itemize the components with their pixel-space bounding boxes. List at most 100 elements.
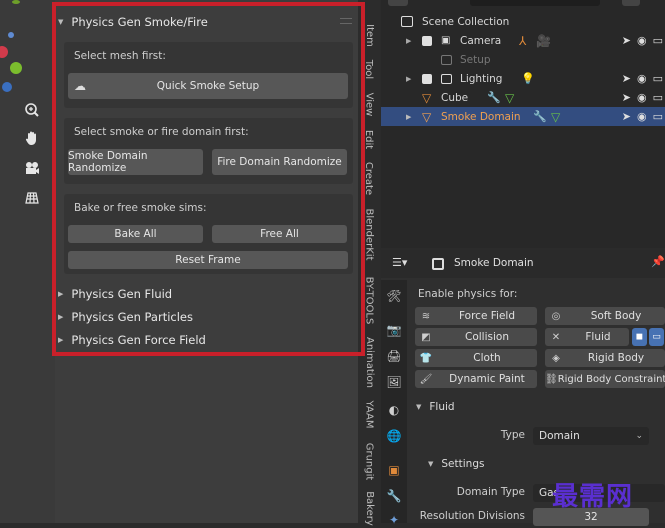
- smoke-icon: ☁: [74, 79, 86, 93]
- tab-view[interactable]: View: [358, 88, 380, 120]
- render-icon[interactable]: ▭: [653, 34, 663, 47]
- camera-icon[interactable]: [20, 156, 44, 180]
- output-tab-icon[interactable]: 🖨: [386, 348, 402, 364]
- tab-item[interactable]: Item: [358, 18, 380, 52]
- collapse-triangle-icon[interactable]: ▼: [416, 403, 421, 411]
- row-label: Setup: [460, 53, 491, 66]
- fluid-render-toggle[interactable]: ◼: [632, 328, 647, 346]
- grid-icon[interactable]: [20, 185, 44, 209]
- eye-icon[interactable]: ◉: [637, 72, 647, 85]
- tab-blenderkit[interactable]: BlenderKit: [358, 204, 380, 264]
- gizmo-center-dot[interactable]: [8, 32, 14, 38]
- tab-bakery[interactable]: Bakery: [358, 488, 380, 528]
- cloth-button[interactable]: 👕 Cloth: [415, 349, 537, 367]
- tab-by-tools[interactable]: BY-TOOLS: [358, 270, 380, 330]
- viewport[interactable]: [0, 0, 55, 523]
- panel-header-particles[interactable]: ▶ Physics Gen Particles: [58, 307, 193, 327]
- tab-yaam[interactable]: YAAM: [358, 396, 380, 432]
- select-icon[interactable]: ➤: [622, 110, 631, 123]
- panel-header-smoke-fire[interactable]: ▼ Physics Gen Smoke/Fire: [58, 12, 208, 32]
- outliner-filter-button[interactable]: [388, 0, 408, 6]
- drag-handle-icon[interactable]: [340, 18, 352, 24]
- button-label: Rigid Body Constraint: [557, 373, 665, 385]
- zoom-icon[interactable]: [20, 98, 44, 122]
- select-icon[interactable]: ➤: [622, 91, 631, 104]
- expand-arrow-icon[interactable]: ▶: [406, 37, 411, 45]
- render-tab-icon[interactable]: 📷: [386, 322, 402, 338]
- eye-icon[interactable]: ◉: [637, 110, 647, 123]
- expand-triangle-icon[interactable]: ▶: [58, 313, 63, 321]
- view-layer-tab-icon[interactable]: 🖼: [386, 374, 402, 390]
- panel-header-fluid[interactable]: ▶ Physics Gen Fluid: [58, 284, 172, 304]
- rigid-body-constraint-button[interactable]: ⛓ Rigid Body Constraint: [545, 370, 665, 388]
- panel-header-force-field[interactable]: ▶ Physics Gen Force Field: [58, 330, 206, 350]
- outliner-filter-icon[interactable]: [622, 0, 640, 6]
- pin-icon[interactable]: 📌: [651, 255, 665, 268]
- settings-section-header[interactable]: ▼ Settings: [428, 458, 484, 470]
- expand-triangle-icon[interactable]: ▶: [58, 336, 63, 344]
- select-icon[interactable]: ➤: [622, 72, 631, 85]
- quick-smoke-button[interactable]: ☁ Quick Smoke Setup: [68, 73, 348, 99]
- collapse-triangle-icon[interactable]: ▼: [428, 460, 433, 468]
- dynamic-paint-button[interactable]: 🖌 Dynamic Paint: [415, 370, 537, 388]
- outliner-row-scene-collection[interactable]: Scene Collection: [381, 12, 665, 31]
- fluid-viewport-toggle[interactable]: ▭: [649, 328, 664, 346]
- expand-arrow-icon[interactable]: ▶: [406, 113, 411, 121]
- exclude-checkbox[interactable]: [422, 35, 432, 46]
- outliner-row-smoke-domain[interactable]: ▶ ▽ Smoke Domain 🔧 ▽ ➤ ◉ ▭: [381, 107, 665, 126]
- eye-icon[interactable]: ◉: [637, 34, 647, 47]
- fluid-remove-button[interactable]: ✕ Fluid: [545, 328, 629, 346]
- tab-animation[interactable]: Animation: [358, 332, 380, 392]
- render-icon[interactable]: ▭: [653, 72, 663, 85]
- brush-icon: 🖌: [419, 373, 433, 385]
- reset-frame-button[interactable]: Reset Frame: [68, 251, 348, 269]
- expand-arrow-icon[interactable]: ▶: [406, 75, 411, 83]
- outliner-row-cube[interactable]: ▽ Cube 🔧 ▽ ➤ ◉ ▭: [381, 88, 665, 107]
- smoke-randomize-button[interactable]: Smoke Domain Randomize: [68, 149, 203, 175]
- render-icon[interactable]: ▭: [653, 91, 663, 104]
- tab-label: Create: [363, 161, 375, 195]
- fire-randomize-button[interactable]: Fire Domain Randomize: [212, 149, 347, 175]
- gizmo-z-dot[interactable]: [2, 82, 12, 92]
- exclude-checkbox[interactable]: [422, 73, 432, 84]
- outliner-row-setup[interactable]: Setup: [381, 50, 665, 69]
- gizmo-x-axis[interactable]: [0, 46, 8, 58]
- fluid-section-header[interactable]: ▼ Fluid: [416, 401, 455, 413]
- scene-tab-icon[interactable]: ◐: [386, 402, 402, 418]
- tab-edit[interactable]: Edit: [358, 124, 380, 154]
- tab-label: Item: [363, 23, 375, 47]
- fluid-type-dropdown[interactable]: Domain ⌄: [533, 427, 649, 445]
- outliner-row-lighting[interactable]: ▶ Lighting 💡 ➤ ◉ ▭: [381, 69, 665, 88]
- tool-tab-icon[interactable]: 🛠: [386, 288, 402, 304]
- modifier-tab-icon[interactable]: 🔧: [386, 488, 402, 504]
- gizmo-y-axis[interactable]: [12, 0, 20, 4]
- properties-object-name: Smoke Domain: [454, 257, 534, 269]
- row-toggles: ➤ ◉ ▭: [622, 91, 663, 104]
- outliner-row-camera[interactable]: ▶ ▣ Camera ⅄ 🎥 ➤ ◉ ▭: [381, 31, 665, 50]
- free-all-button[interactable]: Free All: [212, 225, 347, 243]
- outliner-search-input[interactable]: [470, 0, 600, 6]
- editor-type-dropdown[interactable]: ☰▾: [392, 256, 416, 272]
- expand-triangle-icon[interactable]: ▶: [58, 290, 63, 298]
- tab-grungit[interactable]: Grungit: [358, 438, 380, 484]
- row-toggles: ➤ ◉ ▭: [622, 110, 663, 123]
- tab-label: Grungit: [363, 442, 375, 480]
- eye-icon[interactable]: ◉: [637, 91, 647, 104]
- select-icon[interactable]: ➤: [622, 34, 631, 47]
- collision-button[interactable]: ◩ Collision: [415, 328, 537, 346]
- tab-tool[interactable]: Tool: [358, 54, 380, 84]
- object-tab-icon[interactable]: ▣: [386, 462, 402, 478]
- collapse-triangle-icon[interactable]: ▼: [58, 18, 63, 26]
- world-tab-icon[interactable]: 🌐: [386, 428, 402, 444]
- force-field-button[interactable]: ≋ Force Field: [415, 307, 537, 325]
- tab-create[interactable]: Create: [358, 158, 380, 198]
- render-icon[interactable]: ▭: [653, 110, 663, 123]
- mesh-object-icon: ▽: [422, 109, 432, 124]
- gizmo-y-dot[interactable]: [10, 62, 22, 74]
- rigid-body-button[interactable]: ◈ Rigid Body: [545, 349, 665, 367]
- panel-title: Physics Gen Smoke/Fire: [71, 15, 208, 29]
- panel-title: Physics Gen Force Field: [71, 333, 206, 347]
- hand-icon[interactable]: [20, 126, 44, 150]
- soft-body-button[interactable]: ◎ Soft Body: [545, 307, 665, 325]
- bake-all-button[interactable]: Bake All: [68, 225, 203, 243]
